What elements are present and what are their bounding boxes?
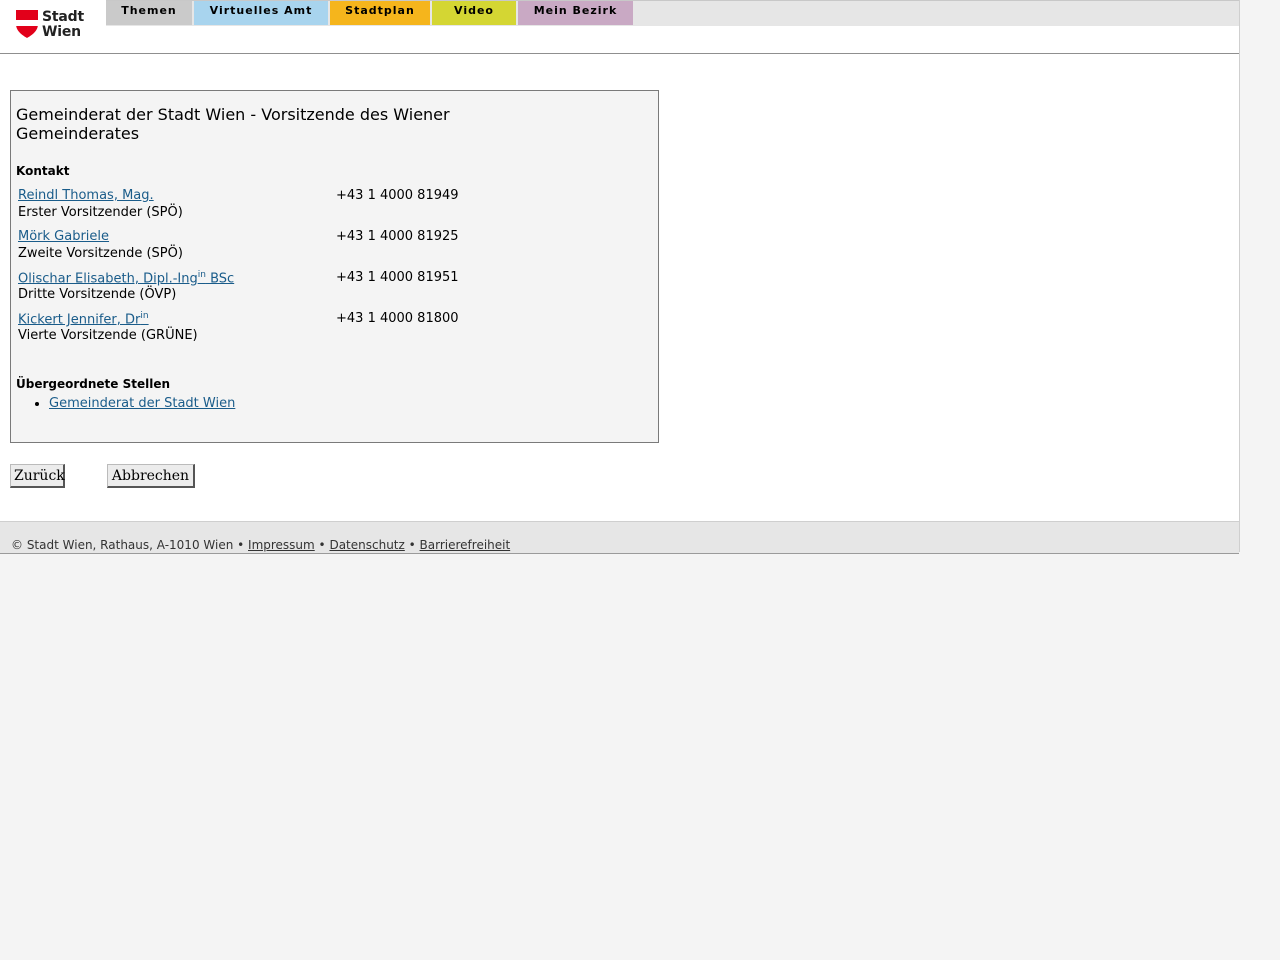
logo-line2: Wien xyxy=(42,24,81,40)
logo-text: Stadt Wien xyxy=(42,10,84,40)
contact-name-link[interactable]: Mörk Gabriele xyxy=(18,229,109,244)
contact-row: Mörk Gabriele Zweite Vorsitzende (SPÖ) +… xyxy=(18,229,638,269)
cancel-button[interactable]: Abbrechen xyxy=(107,464,195,488)
nav-tab-video[interactable]: Video xyxy=(432,1,516,25)
contact-role: Vierte Vorsitzende (GRÜNE) xyxy=(18,328,198,343)
contact-role: Zweite Vorsitzende (SPÖ) xyxy=(18,246,183,261)
contact-heading: Kontakt xyxy=(16,164,70,178)
parent-units-heading: Übergeordnete Stellen xyxy=(16,377,171,391)
site-header: Stadt Wien Themen Virtuelles Amt Stadtpl… xyxy=(0,0,1239,54)
contact-phone: +43 1 4000 81925 xyxy=(336,229,459,244)
nav-tab-stadtplan[interactable]: Stadtplan xyxy=(330,1,430,25)
impressum-link[interactable]: Impressum xyxy=(248,538,315,552)
contact-phone: +43 1 4000 81949 xyxy=(336,188,459,203)
back-button[interactable]: Zurück xyxy=(10,464,65,488)
contact-name-link[interactable]: Reindl Thomas, Mag. xyxy=(18,188,154,203)
footer-copyright: © Stadt Wien, Rathaus, A-1010 Wien xyxy=(11,538,234,552)
nav-tab-virtuelles-amt[interactable]: Virtuelles Amt xyxy=(194,1,328,25)
site-footer: © Stadt Wien, Rathaus, A-1010 Wien • Imp… xyxy=(0,521,1239,554)
footer-text: © Stadt Wien, Rathaus, A-1010 Wien • Imp… xyxy=(11,538,511,552)
contact-role: Erster Vorsitzender (SPÖ) xyxy=(18,205,183,220)
contact-phone: +43 1 4000 81951 xyxy=(336,270,459,285)
list-item: Gemeinderat der Stadt Wien xyxy=(49,396,235,411)
page: Stadt Wien Themen Virtuelles Amt Stadtpl… xyxy=(0,0,1240,554)
nav-tab-mein-bezirk[interactable]: Mein Bezirk xyxy=(518,1,633,25)
contact-role: Dritte Vorsitzende (ÖVP) xyxy=(18,287,177,302)
barrierefreiheit-link[interactable]: Barrierefreiheit xyxy=(420,538,511,552)
contact-name-link[interactable]: Olischar Elisabeth, Dipl.-Ingin BSc xyxy=(18,270,234,286)
contact-name-link[interactable]: Kickert Jennifer, Drin xyxy=(18,311,149,327)
nav-tab-themen[interactable]: Themen xyxy=(106,1,192,25)
stadt-wien-logo[interactable]: Stadt Wien xyxy=(16,10,84,40)
parent-units-list: Gemeinderat der Stadt Wien xyxy=(31,396,235,411)
page-title: Gemeinderat der Stadt Wien - Vorsitzende… xyxy=(16,105,450,143)
vienna-shield-icon xyxy=(16,10,38,38)
parent-unit-link[interactable]: Gemeinderat der Stadt Wien xyxy=(49,396,235,411)
contact-row: Olischar Elisabeth, Dipl.-Ingin BSc Drit… xyxy=(18,270,638,310)
logo-line1: Stadt xyxy=(42,9,84,25)
contact-row: Kickert Jennifer, Drin Vierte Vorsitzend… xyxy=(18,311,638,351)
content-box: Gemeinderat der Stadt Wien - Vorsitzende… xyxy=(10,90,659,443)
datenschutz-link[interactable]: Datenschutz xyxy=(329,538,404,552)
contact-phone: +43 1 4000 81800 xyxy=(336,311,459,326)
contact-row: Reindl Thomas, Mag. Erster Vorsitzender … xyxy=(18,188,638,228)
